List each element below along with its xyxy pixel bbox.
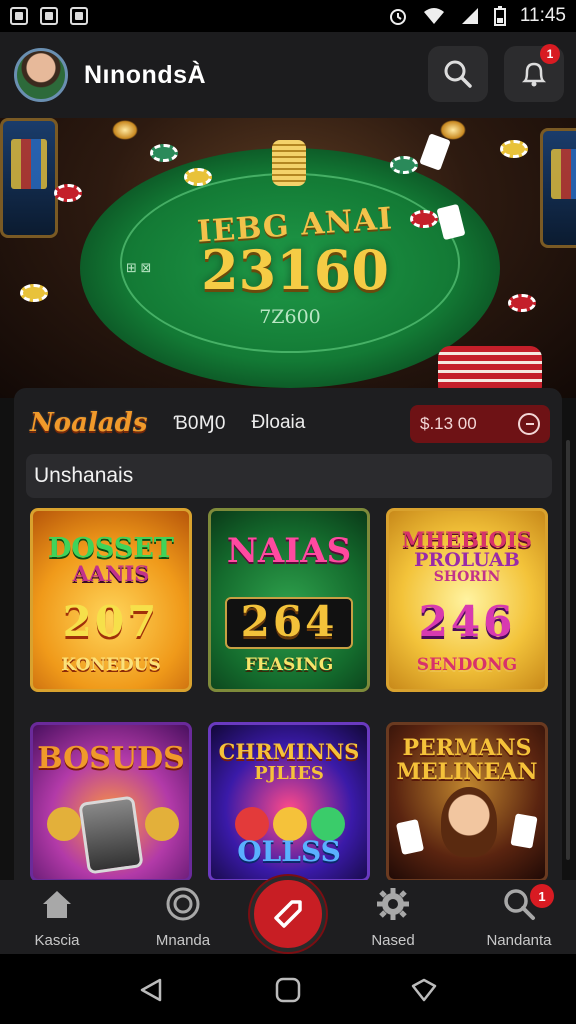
- center-action-button[interactable]: [250, 876, 326, 952]
- chip-image: [508, 294, 536, 312]
- nav-item-settings[interactable]: Nased: [338, 886, 448, 949]
- nav-item-home[interactable]: Kascia: [2, 886, 112, 949]
- balance-button[interactable]: $.13 00: [410, 405, 550, 443]
- search-button[interactable]: [428, 46, 488, 102]
- system-navigation-bar: [0, 954, 576, 1024]
- chip-image: [150, 144, 178, 162]
- lamp-decoration: [112, 120, 138, 140]
- game-title: CHRMINNS: [218, 739, 360, 764]
- signal-icon: [461, 8, 478, 24]
- gallery-notification-icon: [10, 7, 28, 25]
- game-number: 246: [418, 597, 516, 646]
- notifications-button[interactable]: 1: [504, 44, 564, 102]
- nav-label: Kascia: [34, 932, 80, 949]
- alarm-icon: [389, 9, 406, 25]
- section-title: Unshanais: [34, 464, 134, 487]
- playing-card-image: [510, 813, 538, 849]
- nav-item-search[interactable]: Nandanta: [464, 886, 574, 949]
- game-title: PERMANS: [402, 735, 532, 761]
- tab-second[interactable]: Ɖloaia: [251, 412, 305, 434]
- nav-item-coins[interactable]: Mnanda: [128, 886, 238, 949]
- minus-circle-icon: [518, 413, 540, 435]
- balance-amount: $.13 00: [420, 414, 477, 433]
- coin-icon: [166, 887, 200, 921]
- card-image: [78, 795, 144, 875]
- chip-image: [500, 140, 528, 158]
- battery-icon: [493, 6, 506, 26]
- game-tile[interactable]: CHRMINNS PJLIES OLLSS: [208, 722, 370, 882]
- bell-icon: [521, 62, 547, 87]
- game-tile[interactable]: DOSSET AANIS 207 KONEDUS: [30, 508, 192, 692]
- jackpot-value: 23160: [201, 238, 389, 302]
- game-subtitle: PROLUAB: [414, 549, 520, 571]
- gear-icon: [377, 888, 409, 920]
- scrollbar[interactable]: [566, 440, 570, 860]
- game-footer: OLLSS: [237, 835, 341, 868]
- gold-chip-stack: [272, 140, 306, 186]
- coin-image: [145, 807, 179, 841]
- game-footer: FEASING: [244, 655, 334, 675]
- back-icon[interactable]: [138, 976, 166, 1004]
- home-icon: [43, 891, 71, 918]
- avatar[interactable]: [14, 48, 68, 102]
- nav-label: Mnanda: [155, 932, 211, 949]
- game-footer: KONEDUS: [61, 655, 161, 675]
- game-number: 264: [240, 597, 338, 646]
- app-name: NınondsÀ: [84, 60, 207, 89]
- center-action-icon: [274, 900, 302, 928]
- section-header: Unshanais: [26, 454, 552, 498]
- recents-icon[interactable]: [410, 976, 438, 1004]
- clock: 11:45: [519, 5, 566, 26]
- brand-logo[interactable]: Noalads: [30, 408, 148, 438]
- chip-image: [20, 284, 48, 302]
- wifi-icon: [423, 8, 444, 24]
- app-header: NınondsÀ 1: [0, 32, 576, 118]
- status-bar: 11:45: [0, 0, 576, 32]
- game-tile[interactable]: PERMANS MELINEAN: [386, 722, 548, 882]
- game-subtitle: MELINEAN: [396, 759, 538, 785]
- game-title: BOSUDS: [37, 741, 185, 776]
- table-mark: ⊞ ⊠: [126, 260, 152, 275]
- tab-first[interactable]: Ɓ0Ɱ0: [174, 412, 226, 435]
- playing-card-image: [395, 819, 425, 855]
- game-subtitle: AANIS: [72, 561, 150, 586]
- search-icon: [444, 60, 472, 88]
- playing-card-image: [419, 133, 451, 171]
- jackpot-subvalue: 7Z600: [259, 306, 321, 328]
- game-footer: SENDONG: [416, 655, 518, 675]
- game-title: DOSSET: [47, 533, 174, 564]
- dealer-image: [441, 787, 497, 857]
- hero-banner[interactable]: ⊞ ⊠ IEBG ANAI 23160 7Z600: [0, 118, 576, 398]
- game-subtitle: PJLIES: [254, 763, 324, 784]
- camera-notification-icon: [40, 7, 58, 25]
- slot-machine-image: [0, 118, 58, 238]
- game-tile[interactable]: NAIAS 264 FEASING: [208, 508, 370, 692]
- chip-image: [184, 168, 212, 186]
- home-circle-icon[interactable]: [274, 976, 302, 1004]
- game-number: 207: [62, 597, 160, 646]
- game-tile[interactable]: BOSUDS: [30, 722, 192, 882]
- coin-image: [47, 807, 81, 841]
- nav-badge: 1: [530, 884, 554, 908]
- chip-image: [410, 210, 438, 228]
- game-title: NAIAS: [226, 531, 352, 571]
- nav-label: Nandanta: [486, 932, 552, 949]
- game-subtitle-2: SHORIN: [433, 569, 501, 585]
- lamp-decoration: [440, 120, 466, 140]
- chip-image: [54, 184, 82, 202]
- chip-image: [390, 156, 418, 174]
- game-tile[interactable]: MHEBIOIS PROLUAB SHORIN 246 SENDONG: [386, 508, 548, 692]
- nav-label: Nased: [371, 932, 415, 949]
- slot-machine-image: [540, 128, 576, 248]
- notification-badge: 1: [540, 44, 560, 64]
- shield-notification-icon: [70, 7, 88, 25]
